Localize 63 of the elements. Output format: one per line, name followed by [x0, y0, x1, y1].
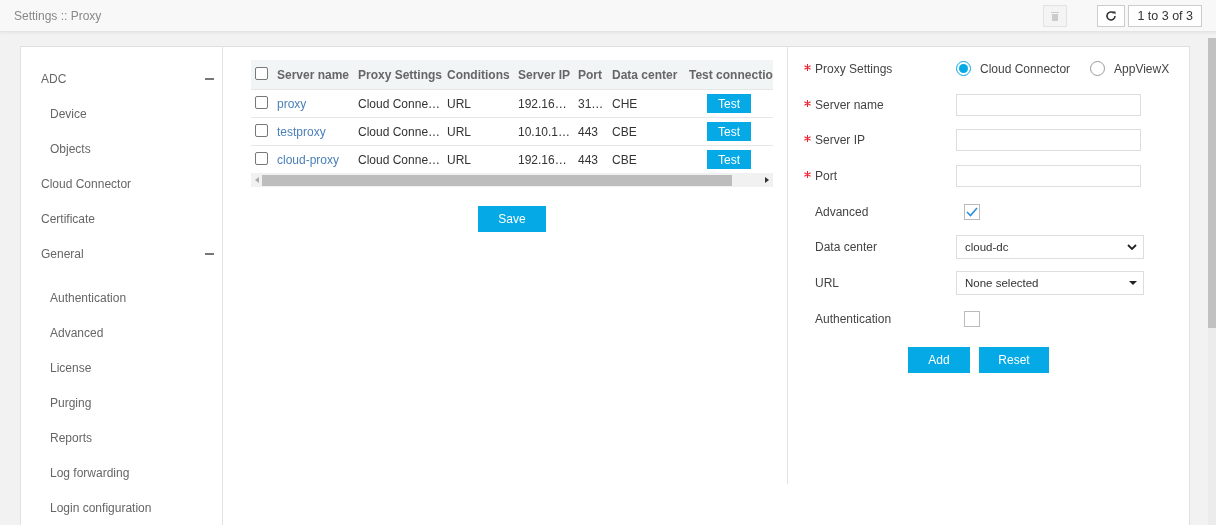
column-header: Test connectio — [685, 60, 773, 90]
table-cell: 192.16… — [514, 89, 574, 118]
sidebar-item[interactable]: Reports — [21, 420, 222, 455]
field-label: Server name — [815, 97, 884, 112]
table-cell: 443 — [574, 117, 608, 146]
table-cell: URL — [443, 117, 514, 146]
breadcrumb: Settings :: Proxy — [14, 8, 103, 23]
sidebar-item[interactable]: Objects — [21, 131, 222, 166]
column-header: Server name — [273, 60, 354, 90]
field-label: Port — [815, 168, 837, 183]
select-field[interactable]: cloud-dc — [956, 235, 1144, 260]
sidebar-item[interactable]: Login configuration — [21, 490, 222, 525]
checkbox[interactable] — [255, 123, 268, 137]
sidebar-item[interactable]: Purging — [21, 385, 222, 420]
table-cell: 31… — [574, 89, 608, 118]
server-link[interactable]: cloud-proxy — [277, 152, 340, 167]
radio-option[interactable]: Cloud Connector — [956, 61, 1071, 77]
column-header: Server IP — [514, 60, 574, 90]
sidebar-item[interactable]: Authentication — [21, 280, 222, 315]
server-link[interactable]: testproxy — [277, 124, 326, 139]
checkbox[interactable] — [255, 95, 268, 109]
checkbox[interactable] — [255, 151, 268, 165]
field-label: Proxy Settings — [815, 61, 893, 76]
column-header: Port — [574, 60, 608, 90]
sidebar-item[interactable]: General — [21, 236, 222, 271]
text-field[interactable] — [956, 93, 1141, 116]
collapse-icon[interactable] — [205, 252, 214, 255]
pagination-label: 1 to 3 of 3 — [1128, 4, 1202, 27]
vertical-scrollbar[interactable] — [1208, 38, 1216, 525]
column-header: Data center — [608, 60, 685, 90]
field-label: Authentication — [815, 311, 892, 326]
field-label: Data center — [815, 240, 878, 255]
text-field[interactable] — [956, 129, 1141, 152]
sidebar-item[interactable]: ADC — [21, 61, 222, 96]
field-label: Server IP — [815, 133, 865, 148]
sidebar-item[interactable]: Log forwarding — [21, 455, 222, 490]
sidebar-item[interactable]: License — [21, 350, 222, 385]
table-cell: CHE — [608, 89, 685, 118]
table-cell: CBE — [608, 117, 685, 146]
column-header: Proxy Settings — [354, 60, 443, 90]
server-link[interactable]: proxy — [277, 96, 307, 111]
table-cell: URL — [443, 89, 514, 118]
dropdown-field[interactable]: None selected — [956, 270, 1144, 295]
refresh-icon[interactable] — [1097, 4, 1126, 27]
horizontal-scrollbar[interactable] — [251, 173, 773, 187]
table-cell: Cloud Conne… — [354, 89, 443, 118]
sidebar-item[interactable]: Certificate — [21, 201, 222, 236]
table-cell: 10.10.1… — [514, 117, 574, 146]
sidebar-item[interactable]: Cloud Connector — [21, 166, 222, 201]
collapse-icon[interactable] — [205, 77, 214, 80]
field-label: Advanced — [815, 204, 869, 219]
caret-icon[interactable] — [1129, 280, 1137, 285]
checkbox[interactable] — [964, 203, 980, 220]
sidebar-item[interactable]: Advanced — [21, 315, 222, 350]
table-cell: Cloud Conne… — [354, 117, 443, 146]
radio-option[interactable]: AppViewX — [1090, 61, 1170, 77]
text-field[interactable] — [956, 164, 1141, 187]
chevron-icon[interactable] — [1127, 244, 1137, 251]
field-label: URL — [815, 275, 839, 290]
checkbox[interactable] — [964, 310, 980, 327]
sidebar-item[interactable]: Device — [21, 96, 222, 131]
checkbox[interactable] — [255, 66, 268, 80]
column-header: Conditions — [443, 60, 514, 90]
